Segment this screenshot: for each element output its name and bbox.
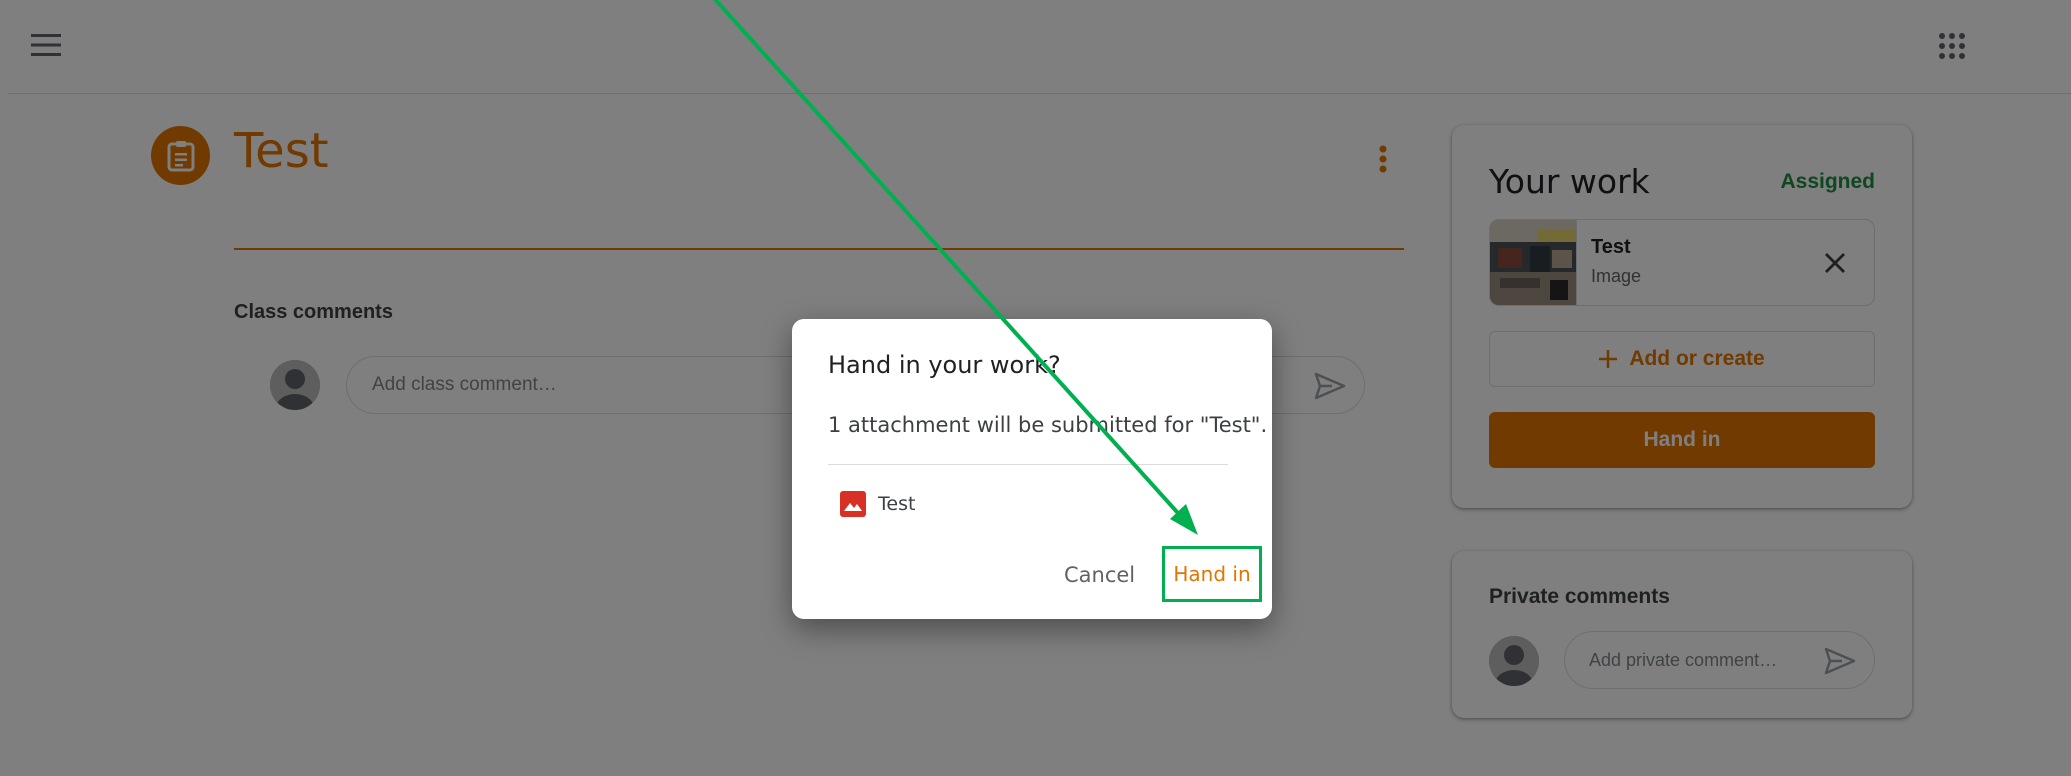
image-file-icon [840,491,866,517]
dialog-divider [828,464,1228,465]
confirm-hand-in-button[interactable]: Hand in [1162,546,1262,602]
dialog-message: 1 attachment will be submitted for "Test… [828,413,1268,437]
dialog-attachment-name: Test [878,493,916,515]
cancel-button[interactable]: Cancel [1054,552,1145,598]
dialog-title: Hand in your work? [828,351,1061,379]
hand-in-dialog: Hand in your work? 1 attachment will be … [792,319,1272,619]
dialog-attachment-item: Test [840,489,915,519]
